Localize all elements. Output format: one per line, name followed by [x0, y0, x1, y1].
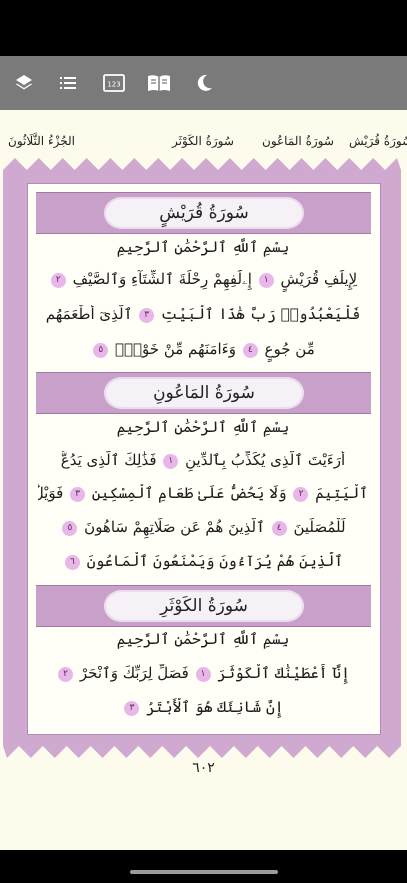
header-sura-quraysh: سُورَةُ قُرَيْش — [349, 134, 407, 148]
ayah-marker: ١ — [195, 666, 211, 682]
ayah-line[interactable]: إِنَّ شَانِئَكَ هُوَ ٱلْأَبْتَرُ ٣ — [38, 698, 368, 728]
index-list-button[interactable] — [48, 56, 88, 110]
status-bar — [0, 0, 407, 56]
go-to-page-button[interactable]: 123 — [94, 56, 134, 110]
ayah-marker: ٢ — [58, 666, 74, 682]
ayah-marker: ١ — [163, 453, 179, 469]
header-sura-maun: سُورَةُ المَاعُون — [262, 134, 334, 148]
ayah-marker: ٤ — [242, 342, 258, 358]
home-indicator[interactable] — [130, 870, 278, 874]
sura-title-banner: سُورَةُ المَاعُونِ — [36, 372, 371, 414]
page-number: ٦٠٢ — [192, 760, 215, 776]
ayah-marker: ٥ — [62, 520, 78, 536]
ayah-marker: ٢ — [50, 272, 66, 288]
ayah-line[interactable]: أَرَءَيْتَ ٱلَّذِى يُكَذِّبُ بِٱلدِّينِ … — [38, 451, 368, 481]
ayah-marker: ٢ — [293, 486, 309, 502]
layers-icon — [16, 75, 32, 90]
ayah-line[interactable]: لِّلْمُصَلِّينَ ٤ ٱلَّذِينَ هُمْ عَن صَل… — [38, 518, 368, 548]
ayah-marker: ٣ — [70, 486, 86, 502]
ayah-line[interactable]: لِإِيلَٰفِ قُرَيْشٍ ١ إِۦلَٰفِهِمْ رِحْل… — [38, 270, 368, 300]
juz-label: الجُزْءُ الثَّلَاثُونَ — [8, 134, 75, 148]
ayah-line[interactable]: ٱلَّذِينَ هُمْ يُرَآءُونَ وَيَمْنَعُونَ … — [38, 552, 368, 582]
navigation-bar — [0, 850, 407, 883]
layers-button[interactable] — [4, 56, 44, 110]
basmala[interactable]: بِسْمِ ٱللَّهِ ٱلرَّحْمَٰنِ ٱلرَّحِيمِ — [38, 418, 368, 448]
ayah-line[interactable]: إِنَّآ أَعْطَيْنَٰكَ ٱلْكَوْثَرَ ١ فَصَل… — [38, 664, 368, 694]
list-icon — [60, 77, 76, 89]
sura-title: سُورَةُ قُرَيْشٍ — [104, 197, 304, 229]
sura-title: سُورَةُ الكَوْثَرِ — [104, 590, 304, 622]
mushaf-page: الجُزْءُ الثَّلَاثُونَ سُورَةُ الكَوْثَر… — [0, 110, 407, 850]
sura-title-banner: سُورَةُ الكَوْثَرِ — [36, 585, 371, 627]
header-sura-kawthar: سُورَةُ الكَوْثَر — [172, 134, 234, 148]
sura-title-banner: سُورَةُ قُرَيْشٍ — [36, 192, 371, 234]
ayah-line[interactable]: ٱلْيَتِيمَ ٢ وَلَا يَحُضُّ عَلَىٰ طَعَام… — [38, 484, 368, 514]
basmala[interactable]: بِسْمِ ٱللَّهِ ٱلرَّحْمَٰنِ ٱلرَّحِيمِ — [38, 238, 368, 268]
basmala[interactable]: بِسْمِ ٱللَّهِ ٱلرَّحْمَٰنِ ٱلرَّحِيمِ — [38, 630, 368, 660]
book-icon — [148, 75, 170, 91]
night-mode-button[interactable] — [184, 56, 224, 110]
ayah-line[interactable]: فَلْيَعْبُدُوا۟ رَبَّ هَٰذَا ٱلْبَيْتِ ٣… — [38, 305, 368, 335]
ayah-line[interactable]: مِّن جُوعٍ ٤ وَءَامَنَهُم مِّنْ خَوْفٍۭ … — [38, 340, 368, 370]
ayah-marker: ٥ — [93, 342, 109, 358]
ayah-marker: ٣ — [124, 700, 140, 716]
page-header: الجُزْءُ الثَّلَاثُونَ سُورَةُ الكَوْثَر… — [0, 122, 407, 162]
ayah-marker: ١ — [258, 272, 274, 288]
page-number-icon: 123 — [103, 74, 125, 92]
moon-icon — [197, 74, 212, 91]
svg-text:123: 123 — [107, 81, 120, 89]
ayah-marker: ٤ — [271, 520, 287, 536]
ayah-marker: ٣ — [139, 307, 155, 323]
sura-title: سُورَةُ المَاعُونِ — [104, 377, 304, 409]
book-button[interactable] — [139, 56, 179, 110]
toolbar: 123 — [0, 56, 407, 110]
ayah-marker: ٦ — [64, 554, 80, 570]
